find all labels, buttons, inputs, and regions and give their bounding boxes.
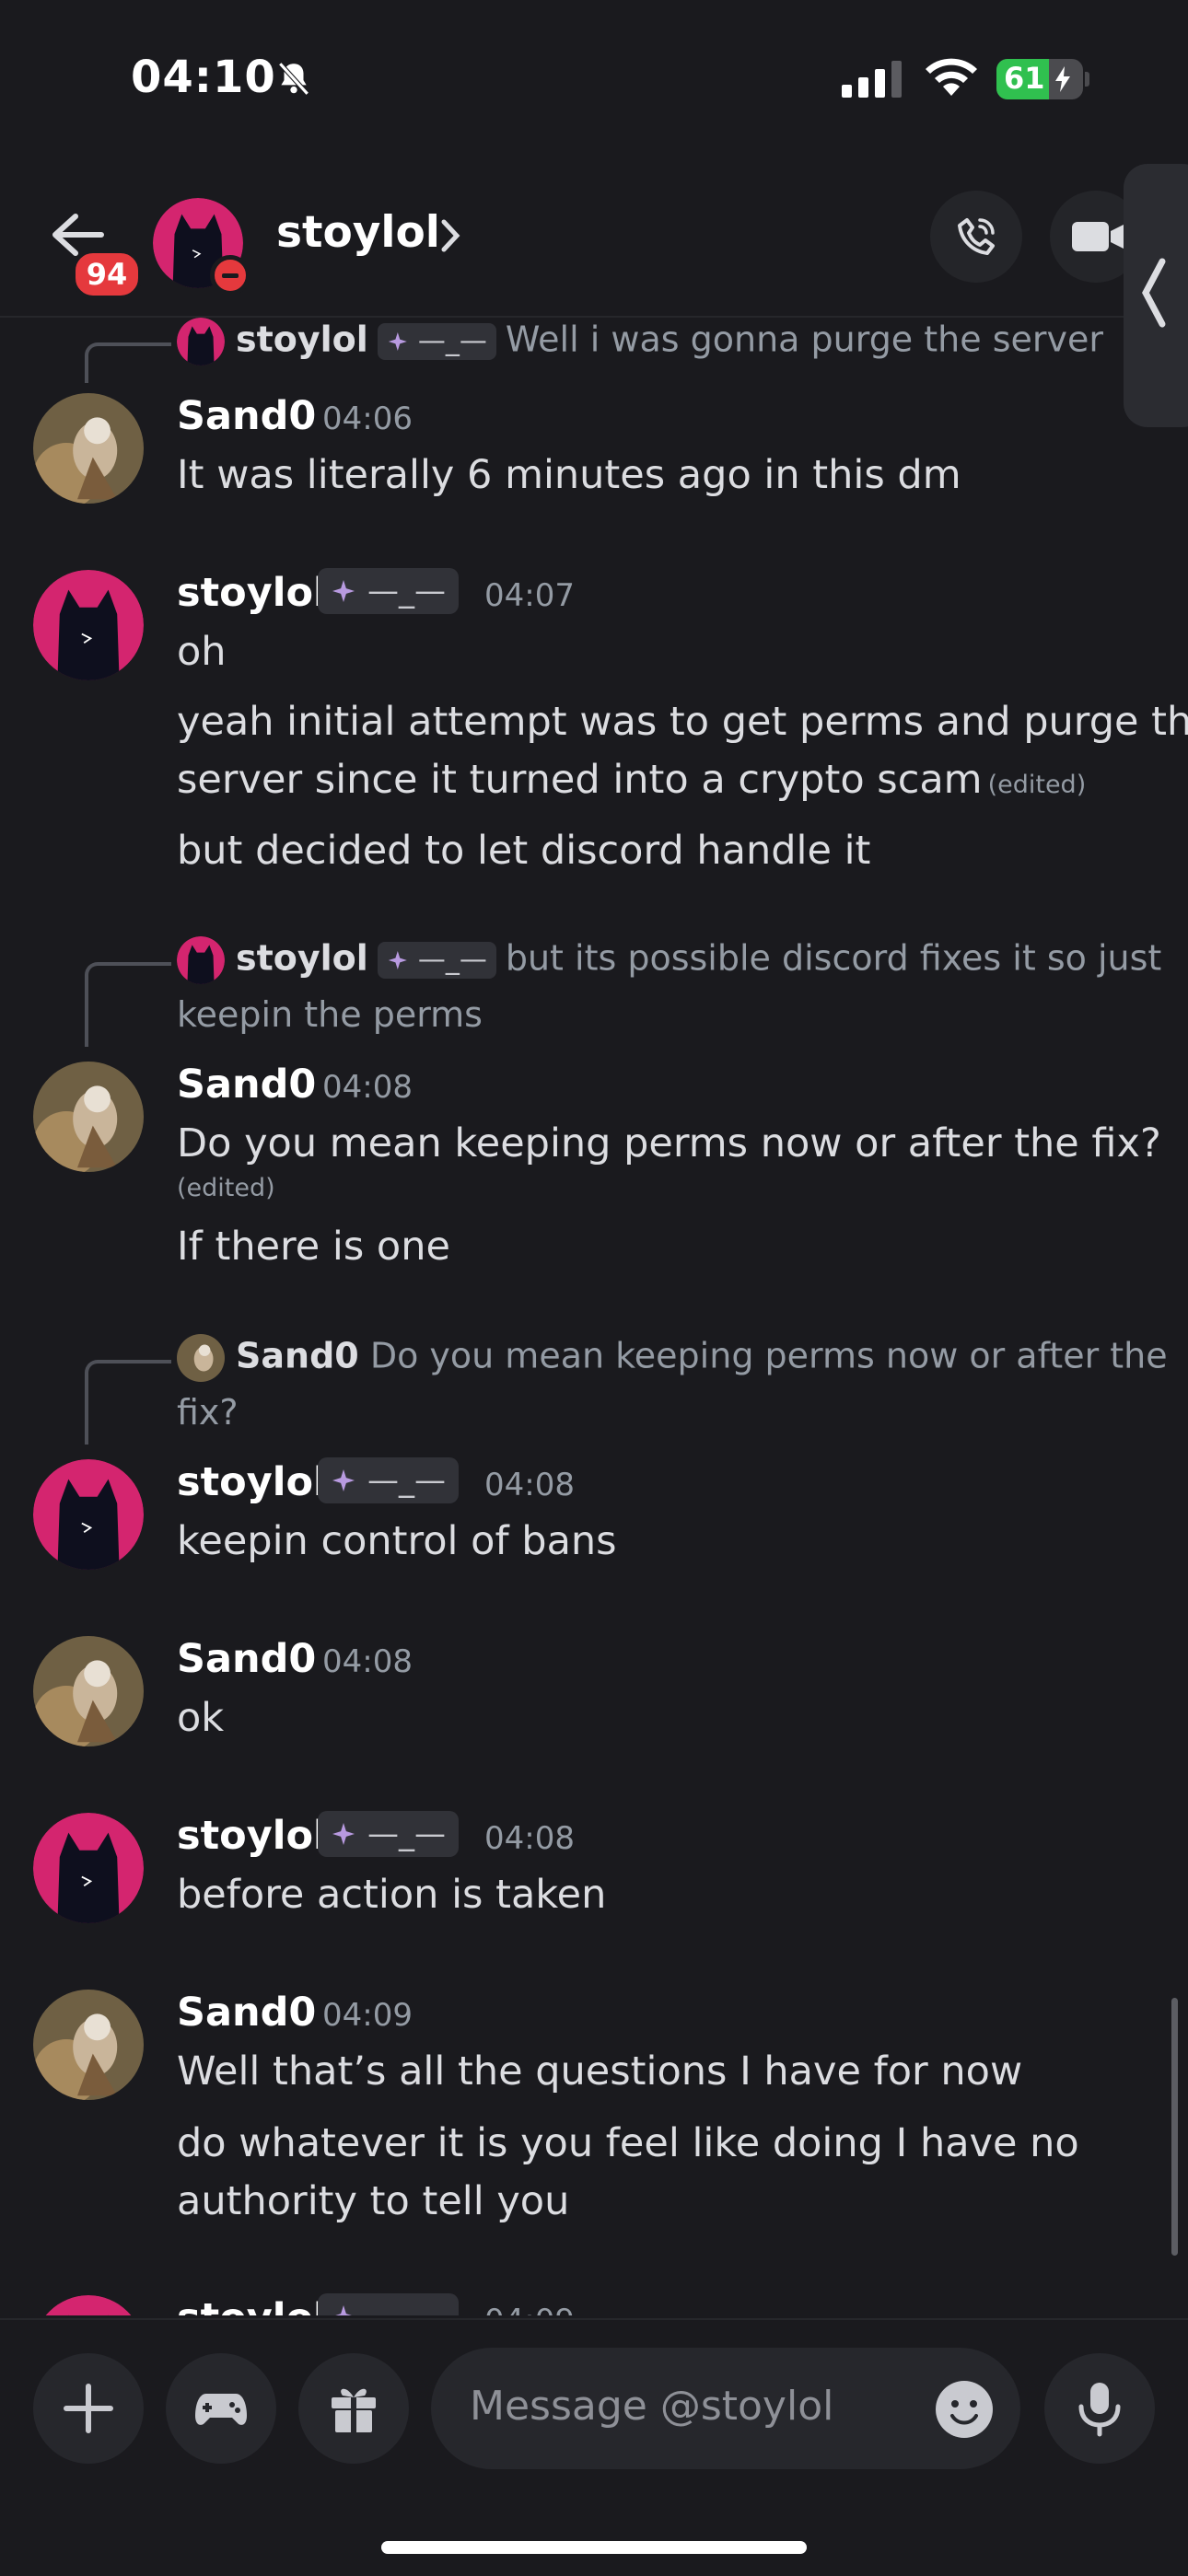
status-bar: 04:10 61 [0,0,1188,161]
message-author[interactable]: stoylol [177,1813,327,1859]
do-not-disturb-status-icon [210,255,250,296]
clan-tag[interactable]: —_— [318,1457,459,1503]
message-text: If there is one [177,1224,450,1270]
dm-header: 94 stoylol [0,161,1188,318]
message-composer: Message @stoylol [0,2318,1188,2576]
message-timestamp: 04:09 [484,2303,575,2315]
reply-preview[interactable]: stoylol —_— but its possible discord fixes… [177,936,1161,984]
message-timestamp: 04:08 [322,1643,413,1680]
plus-icon [64,2384,113,2433]
message-author[interactable]: Sand0 [177,1636,316,1682]
avatar[interactable] [33,2295,144,2315]
gift-button[interactable] [298,2353,409,2464]
chevron-right-icon[interactable] [440,218,460,253]
message-text: keepin control of bans [177,1518,617,1564]
message-timestamp: 04:09 [322,1997,413,2034]
message-text: ok [177,1695,225,1741]
avatar[interactable] [33,1636,144,1746]
message-timestamp: 04:06 [322,400,413,437]
clan-tag[interactable]: —_— [318,1811,459,1857]
message-list[interactable]: stoylol —_— Well i was gonna purge the ser… [0,318,1188,2315]
reply-connector [85,1360,171,1445]
avatar[interactable] [33,570,144,680]
avatar[interactable] [33,1990,144,2100]
reply-avatar [177,318,225,366]
message-text: yeah initial attempt was to get perms an… [177,699,1188,745]
reply-author: stoylol [236,937,368,979]
message-author[interactable]: stoylol [177,570,327,616]
wifi-icon [926,58,977,96]
voice-call-button[interactable] [930,191,1022,283]
reply-connector [85,962,171,1047]
reply-preview-continuation[interactable]: keepin the perms [177,994,483,1035]
message-text: before action is taken [177,1872,607,1918]
phone-icon [958,218,995,255]
reply-avatar [177,1334,225,1382]
activities-button[interactable] [166,2353,276,2464]
message-author[interactable]: Sand0 [177,1990,316,2036]
video-camera-icon [1072,222,1125,251]
avatar[interactable] [33,1062,144,1172]
microphone-icon [1078,2383,1121,2437]
avatar[interactable] [33,393,144,504]
message-timestamp: 04:08 [484,1820,575,1857]
battery-indicator: 61 [996,59,1083,99]
cellular-signal-icon [842,61,902,98]
message-author[interactable]: stoylol [177,2295,327,2315]
voice-message-button[interactable] [1044,2353,1155,2464]
clan-tag: —_— [377,942,496,979]
reply-preview[interactable]: stoylol —_— Well i was gonna purge the ser… [177,318,1103,366]
battery-percent: 61 [1004,61,1045,96]
edited-label: (edited) [177,1174,275,1202]
message-author[interactable]: Sand0 [177,1062,316,1108]
message-text: Well that’s all the questions I have for… [177,2048,1023,2094]
silent-bell-icon [278,62,309,96]
message-text: server since it turned into a crypto sca… [177,757,1086,803]
page-title[interactable]: stoylol [276,207,440,258]
gamepad-icon [195,2394,247,2425]
message-text: oh [177,629,227,675]
reply-preview-continuation[interactable]: fix? [177,1392,239,1433]
message-input[interactable]: Message @stoylol [431,2348,1020,2469]
gift-icon [332,2388,376,2432]
message-text: Do you mean keeping perms now or after t… [177,1120,1161,1166]
charging-bolt-icon [1055,66,1070,92]
message-timestamp: 04:08 [322,1069,413,1106]
unread-count-badge: 94 [72,249,142,299]
message-timestamp: 04:07 [484,577,575,614]
message-input-placeholder: Message @stoylol [470,2383,834,2430]
battery-tip [1085,72,1089,87]
avatar[interactable] [33,1813,144,1923]
message-author[interactable]: stoylol [177,1459,327,1505]
clan-tag[interactable]: —_— [318,568,459,614]
message-text: do whatever it is you feel like doing I … [177,2120,1079,2166]
message-text: but decided to let discord handle it [177,828,871,874]
message-text: It was literally 6 minutes ago in this d… [177,452,961,498]
message-text-content: server since it turned into a crypto sca… [177,757,983,803]
reply-author: Sand0 [236,1335,359,1376]
reply-text: but its possible discord fixes it so jus… [505,937,1162,979]
clan-tag: —_— [377,323,496,360]
reply-author: stoylol [236,319,368,360]
clock: 04:10 [131,52,276,103]
message-timestamp: 04:08 [484,1467,575,1503]
message-author[interactable]: Sand0 [177,393,316,439]
edited-label: (edited) [987,771,1087,799]
reply-connector [85,342,171,383]
reply-text: Do you mean keeping perms now or after t… [369,1335,1168,1376]
clan-tag[interactable]: —_— [318,2293,459,2315]
scrollbar[interactable] [1171,1998,1178,2256]
emoji-icon[interactable] [934,2379,995,2440]
add-attachment-button[interactable] [33,2353,144,2464]
avatar[interactable] [33,1459,144,1570]
reply-preview[interactable]: Sand0 Do you mean keeping perms now or a… [177,1334,1168,1382]
reply-avatar [177,936,225,984]
reply-text: Well i was gonna purge the server [505,319,1104,360]
message-text: authority to tell you [177,2178,570,2224]
home-indicator[interactable] [381,2541,807,2554]
